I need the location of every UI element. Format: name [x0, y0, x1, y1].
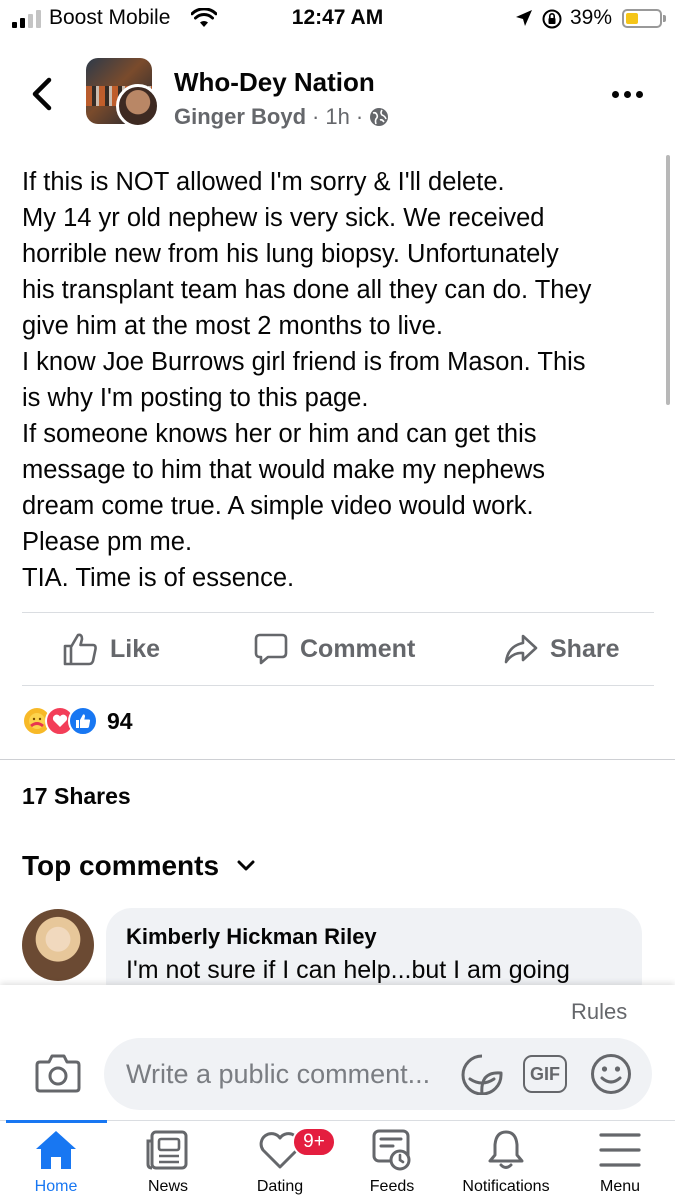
feeds-icon	[372, 1129, 411, 1171]
chevron-down-icon	[237, 860, 255, 871]
divider	[22, 685, 654, 686]
thumbs-up-icon	[63, 633, 97, 666]
comment-icon	[254, 633, 288, 665]
post-line: If someone knows her or him and can get …	[22, 420, 537, 448]
gif-icon[interactable]: GIF	[523, 1055, 567, 1093]
post-meta: Ginger Boyd · 1h ·	[174, 104, 389, 130]
like-button[interactable]: Like	[62, 632, 160, 666]
nav-notifications[interactable]: Notifications	[448, 1121, 564, 1200]
share-button[interactable]: Share	[504, 632, 619, 666]
news-icon	[146, 1130, 188, 1170]
home-icon	[36, 1131, 76, 1169]
back-icon[interactable]	[28, 76, 58, 112]
more-icon[interactable]	[612, 84, 648, 104]
nav-label: Menu	[599, 1178, 641, 1195]
battery-percent: 39%	[570, 6, 613, 29]
meta-separator: ·	[312, 104, 320, 129]
like-reaction-icon	[68, 706, 98, 736]
commenter-name[interactable]: Kimberly Hickman Riley	[126, 924, 377, 950]
post-line: give him at the most 2 months to live.	[22, 312, 443, 340]
nav-menu[interactable]: Menu	[564, 1121, 675, 1200]
nav-label: Feeds	[369, 1178, 415, 1195]
comment-input[interactable]	[104, 1038, 652, 1110]
bell-icon	[488, 1130, 524, 1169]
post-line: dream come true. A simple video would wo…	[22, 492, 534, 520]
menu-icon	[599, 1133, 641, 1167]
comment-sort-dropdown[interactable]: Top comments	[22, 850, 255, 882]
post-line: I know Joe Burrows girl friend is from M…	[22, 348, 586, 376]
bottom-navigation: Home News 9+ Dating Feeds Notifications …	[0, 1120, 675, 1200]
nav-feeds[interactable]: Feeds	[336, 1121, 448, 1200]
nav-active-indicator	[6, 1120, 107, 1123]
post-line: his transplant team has done all they ca…	[22, 276, 592, 304]
post-body: If this is NOT allowed I'm sorry & I'll …	[22, 164, 652, 596]
post-line: My 14 yr old nephew is very sick. We rec…	[22, 204, 545, 232]
meta-separator: ·	[355, 104, 364, 129]
nav-label: Dating	[256, 1178, 304, 1195]
post-line: Please pm me.	[22, 528, 193, 556]
comment-label: Comment	[300, 634, 416, 663]
comment-text: I'm not sure if I can help...but I am go…	[126, 956, 570, 984]
battery-nub	[663, 15, 666, 22]
globe-icon	[370, 108, 389, 126]
group-name[interactable]: Who-Dey Nation	[174, 67, 375, 98]
location-arrow-icon	[516, 10, 532, 26]
rotation-lock-icon	[542, 9, 562, 29]
share-label: Share	[550, 634, 620, 663]
commenter-avatar[interactable]	[22, 909, 94, 981]
nav-home[interactable]: Home	[0, 1121, 112, 1200]
battery-icon	[622, 9, 662, 28]
rules-link[interactable]: Rules	[571, 999, 627, 1025]
post-line: horrible new from his lung biopsy. Unfor…	[22, 240, 559, 268]
status-bar: Boost Mobile 12:47 AM 39%	[0, 0, 675, 38]
shares-count[interactable]: 17 Shares	[22, 783, 131, 810]
post-line: message to him that would make my nephew…	[22, 456, 545, 484]
post-line: If this is NOT allowed I'm sorry & I'll …	[22, 168, 505, 196]
post-time[interactable]: 1h	[325, 104, 349, 130]
emoji-icon[interactable]	[590, 1053, 632, 1095]
nav-dating[interactable]: 9+ Dating	[224, 1121, 336, 1200]
divider	[22, 612, 654, 613]
notification-badge: 9+	[292, 1127, 336, 1157]
nav-label: Home	[34, 1178, 78, 1195]
author-name[interactable]: Ginger Boyd	[174, 104, 306, 130]
post-line: TIA. Time is of essence.	[22, 564, 295, 592]
camera-icon[interactable]	[34, 1052, 82, 1094]
reactions-summary[interactable]: 94	[22, 706, 133, 736]
scrollbar[interactable]	[666, 155, 670, 405]
reaction-count: 94	[107, 707, 133, 734]
like-label: Like	[110, 634, 161, 663]
top-comments-heading: Top comments	[22, 850, 220, 881]
nav-label: News	[147, 1178, 188, 1195]
post-line: is why I'm posting to this page.	[22, 384, 369, 412]
nav-label: Notifications	[462, 1178, 550, 1195]
comment-button[interactable]: Comment	[254, 632, 415, 666]
share-icon	[504, 634, 538, 664]
section-divider	[0, 759, 675, 760]
nav-news[interactable]: News	[112, 1121, 224, 1200]
user-avatar[interactable]	[116, 84, 160, 128]
sticker-icon[interactable]	[460, 1053, 504, 1095]
